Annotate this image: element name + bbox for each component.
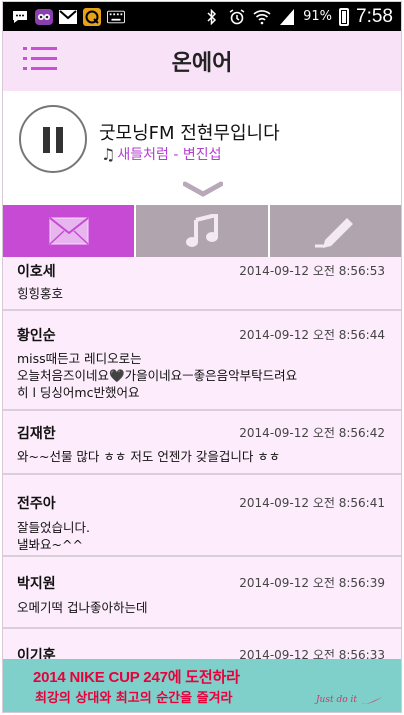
nike-swoosh-icon <box>362 697 382 704</box>
pause-button[interactable] <box>19 105 87 173</box>
list-item: 이호세 2014-09-12 오전 8:56:53 힝힝홍호 <box>3 257 401 311</box>
bluetooth-icon <box>203 8 221 25</box>
menu-button[interactable] <box>23 47 57 71</box>
message-body: 힝힝홍호 <box>17 286 64 301</box>
pencil-icon <box>315 218 354 248</box>
message-time: 2014-09-12 오전 8:56:44 <box>239 328 385 342</box>
app-header: 온에어 <box>3 31 401 91</box>
message-time: 2014-09-12 오전 8:56:41 <box>239 496 385 510</box>
program-title: 굿모닝FM 전현무입니다 <box>99 123 280 144</box>
gmail-icon <box>59 9 77 25</box>
sender-name: 황인순 <box>17 328 56 344</box>
wifi-icon <box>253 9 271 25</box>
chevron-down-icon <box>182 181 224 197</box>
status-bar: 91% 7:58 <box>3 2 401 31</box>
ad-banner[interactable]: 2014 NIKE CUP 247에 도전하라 최강의 상대와 최고의 순간을 … <box>3 659 401 712</box>
list-item: 박지원 2014-09-12 오전 8:56:39 오메기떡 겁나좋아하는데 <box>3 557 401 629</box>
notification-icons <box>3 7 125 26</box>
message-list[interactable]: 이호세 2014-09-12 오전 8:56:53 힝힝홍호 황인순 2014-… <box>3 257 401 659</box>
music-note-icon <box>185 214 218 247</box>
message-body: 잘들었습니다. 낼봐요~^^ <box>17 520 90 552</box>
sms-icon <box>11 9 29 25</box>
song-title: 새들처럼 - 변진섭 <box>117 147 222 163</box>
message-body: 와~~선물 많다 ㅎㅎ 저도 언젠가 갖을겁니다 ㅎㅎ <box>17 449 281 464</box>
message-body: miss때든고 레디오로는 오늘처음즈이네요🖤가을이네요ㅡ좋은음악부탁드려요 히… <box>17 351 298 400</box>
message-time: 2014-09-12 오전 8:56:42 <box>239 426 385 440</box>
list-item: 김재한 2014-09-12 오전 8:56:42 와~~선물 많다 ㅎㅎ 저도… <box>3 411 401 475</box>
banner-headline: 2014 NIKE CUP 247에 도전하라 <box>33 669 240 686</box>
banner-subline: 최강의 상대와 최고의 순간을 즐겨라 <box>35 691 233 706</box>
sender-name: 김재한 <box>17 426 56 442</box>
signal-icon <box>278 8 296 25</box>
tab-write[interactable] <box>269 205 401 257</box>
tab-messages[interactable] <box>3 205 137 257</box>
clock: 7:58 <box>356 5 393 27</box>
banner-tagline: Just do it <box>315 695 357 705</box>
battery-icon <box>339 7 350 26</box>
battery-percent: 91% <box>303 9 333 24</box>
message-time: 2014-09-12 오전 8:56:39 <box>239 576 385 590</box>
radio-app-icon <box>83 7 101 26</box>
message-body: 오메기떡 겁나좋아하는데 <box>17 600 148 615</box>
tab-music[interactable] <box>136 205 270 257</box>
page-title: 온에어 <box>171 51 233 76</box>
list-item: 황인순 2014-09-12 오전 8:56:44 miss때든고 레디오로는 … <box>3 311 401 411</box>
app-frame: 91% 7:58 온에어 굿모닝FM 전현무입니다 ♫ 새들처럼 - 변진섭 이… <box>2 1 402 713</box>
sender-name: 전주아 <box>17 496 56 512</box>
current-song: ♫ 새들처럼 - 변진섭 <box>101 144 221 164</box>
message-time: 2014-09-12 오전 8:56:53 <box>239 264 385 278</box>
list-item: 이기훈 2014-09-12 오전 8:56:33 <box>3 629 401 659</box>
sender-name: 박지원 <box>17 576 56 592</box>
now-playing-panel: 굿모닝FM 전현무입니다 ♫ 새들처럼 - 변진섭 <box>3 91 401 205</box>
list-item: 전주아 2014-09-12 오전 8:56:41 잘들었습니다. 낼봐요~^^ <box>3 475 401 557</box>
alarm-icon <box>228 8 246 25</box>
expand-chevron[interactable] <box>182 181 224 197</box>
keyboard-icon <box>107 9 125 25</box>
music-note-icon: ♫ <box>101 144 116 164</box>
message-time: 2014-09-12 오전 8:56:33 <box>239 648 385 659</box>
owl-app-icon <box>35 8 53 25</box>
tab-bar <box>3 205 401 257</box>
sender-name: 이호세 <box>17 264 56 280</box>
envelope-icon <box>49 217 89 245</box>
sender-name: 이기훈 <box>17 648 56 659</box>
system-icons: 91% 7:58 <box>203 6 401 28</box>
